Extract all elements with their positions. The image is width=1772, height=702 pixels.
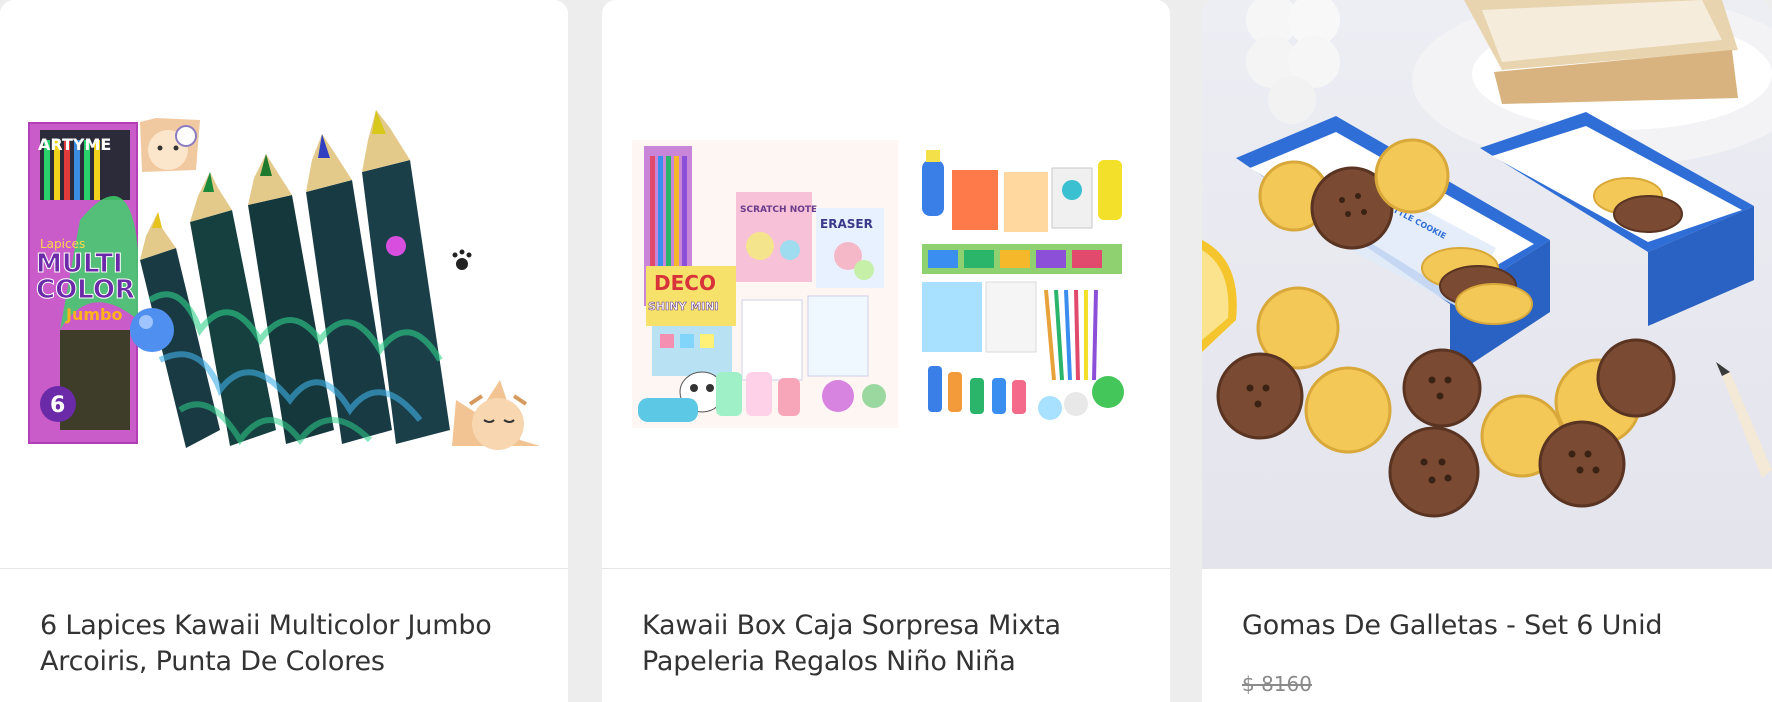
product-title[interactable]: Kawaii Box Caja Sorpresa Mixta Papeleria… [642, 608, 1142, 680]
product-title-line: Papeleria Regalos Niño Niña [642, 646, 1016, 677]
old-price: $ 8160 [1242, 672, 1312, 696]
product-title[interactable]: 6 Lapices Kawaii Multicolor Jumbo Arcoir… [40, 608, 540, 680]
svg-text:ERASER: ERASER [820, 217, 873, 231]
product-image[interactable]: ERASER LITTLE COOKIE [1202, 0, 1772, 569]
product-card[interactable]: ERASER LITTLE COOKIE Gomas De Galletas -… [1202, 0, 1772, 702]
svg-text:Jumbo: Jumbo [65, 305, 122, 324]
svg-text:SCRATCH NOTE: SCRATCH NOTE [740, 205, 817, 215]
product-title-line: Gomas De Galletas - Set 6 Unid [1242, 610, 1663, 641]
product-card[interactable]: ARTYME Lapices MULTI COLOR Jumbo 6 6 Lap… [0, 0, 568, 702]
product-image[interactable]: ARTYME Lapices MULTI COLOR Jumbo 6 [0, 0, 568, 569]
product-grid: ARTYME Lapices MULTI COLOR Jumbo 6 6 Lap… [0, 0, 1772, 702]
svg-text:ARTYME: ARTYME [38, 135, 111, 154]
product-title-line: 6 Lapices Kawaii Multicolor Jumbo [40, 610, 492, 641]
cookie-erasers-image: ERASER LITTLE COOKIE [1202, 0, 1772, 568]
kawaii-box-image: SCRATCH NOTE ERASER DECO SHINY MINI [632, 140, 1144, 428]
svg-text:COLOR: COLOR [36, 275, 135, 305]
product-image[interactable]: SCRATCH NOTE ERASER DECO SHINY MINI [602, 0, 1170, 569]
product-card[interactable]: SCRATCH NOTE ERASER DECO SHINY MINI Kawa… [602, 0, 1170, 702]
product-title-line: Arcoiris, Punta De Colores [40, 646, 385, 677]
svg-text:DECO: DECO [654, 271, 716, 295]
product-title[interactable]: Gomas De Galletas - Set 6 Unid [1242, 608, 1742, 644]
svg-text:6: 6 [50, 393, 65, 418]
product-title-line: Kawaii Box Caja Sorpresa Mixta [642, 610, 1061, 641]
pencils-box-image: ARTYME Lapices MULTI COLOR Jumbo 6 [28, 110, 540, 450]
svg-text:SHINY MINI: SHINY MINI [648, 300, 719, 313]
